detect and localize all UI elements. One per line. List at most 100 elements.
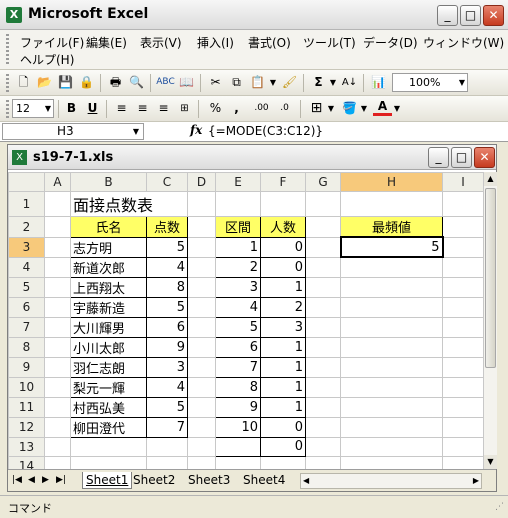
row-header-selected[interactable]: 3 [8, 236, 45, 258]
range-cell[interactable]: 10 [215, 416, 261, 438]
format-painter-icon[interactable]: 🖌 [280, 73, 299, 92]
name-cell[interactable]: 大川輝男 [70, 316, 147, 338]
row-header[interactable]: 7 [8, 316, 45, 338]
vertical-scrollbar[interactable]: ▲ ▼ [483, 172, 497, 469]
score-cell[interactable]: 7 [146, 416, 188, 438]
range-cell[interactable]: 9 [215, 396, 261, 418]
print-preview-icon[interactable]: 🔍 [127, 73, 146, 92]
row-header[interactable]: 10 [8, 376, 45, 398]
menu-insert[interactable]: 挿入(I) [197, 34, 234, 51]
align-left-icon[interactable]: ≡ [112, 99, 131, 118]
align-center-icon[interactable]: ≡ [133, 99, 152, 118]
tab-sheet1[interactable]: Sheet1 [82, 472, 133, 489]
header-count[interactable]: 人数 [260, 216, 306, 238]
count-cell[interactable]: 1 [260, 356, 306, 378]
formula-input[interactable]: {=MODE(C3:C12)} [208, 123, 323, 140]
count-cell[interactable]: 0 [260, 236, 306, 258]
column-header[interactable]: F [260, 172, 306, 192]
count-cell[interactable]: 1 [260, 376, 306, 398]
workbook-restore-button[interactable]: □ [451, 147, 472, 168]
font-color-dropdown-icon[interactable]: ▼ [392, 99, 402, 118]
comma-button[interactable]: , [227, 99, 246, 118]
maximize-button[interactable]: □ [460, 5, 481, 26]
tab-sheet4[interactable]: Sheet4 [243, 472, 285, 489]
menu-view[interactable]: 表示(V) [140, 34, 182, 51]
column-header[interactable]: D [187, 172, 216, 192]
count-cell[interactable]: 1 [260, 396, 306, 418]
column-header[interactable]: I [442, 172, 484, 192]
range-cell[interactable]: 5 [215, 316, 261, 338]
workbook-minimize-button[interactable]: _ [428, 147, 449, 168]
spelling-icon[interactable]: ABC [156, 73, 175, 92]
chart-wizard-icon[interactable]: 📊 [369, 73, 388, 92]
workbook-close-button[interactable]: ✕ [474, 147, 495, 168]
zoom-dropdown[interactable]: 100% ▼ [392, 73, 468, 92]
font-color-icon[interactable]: A [373, 99, 392, 116]
scroll-left-icon[interactable]: ◀ [303, 474, 309, 488]
range-cell[interactable]: 8 [215, 376, 261, 398]
menu-tools[interactable]: ツール(T) [303, 34, 356, 51]
open-icon[interactable]: 📂 [35, 73, 54, 92]
minimize-button[interactable]: _ [437, 5, 458, 26]
bold-button[interactable]: B [62, 99, 81, 118]
sort-ascending-icon[interactable]: A↓ [340, 73, 359, 92]
align-right-icon[interactable]: ≡ [154, 99, 173, 118]
borders-icon[interactable]: ⊞ [307, 99, 326, 118]
header-name[interactable]: 氏名 [70, 216, 147, 238]
scroll-thumb[interactable] [485, 188, 496, 368]
row-header[interactable]: 2 [8, 216, 45, 238]
column-header[interactable]: E [215, 172, 261, 192]
next-sheet-icon[interactable]: ▶ [42, 472, 49, 489]
prev-sheet-icon[interactable]: ◀ [28, 472, 35, 489]
range-cell[interactable] [215, 436, 261, 457]
score-cell[interactable]: 5 [146, 236, 188, 258]
row-header[interactable]: 4 [8, 256, 45, 278]
range-cell[interactable]: 1 [215, 236, 261, 258]
tab-sheet2[interactable]: Sheet2 [133, 472, 175, 489]
row-header[interactable]: 11 [8, 396, 45, 418]
name-cell[interactable]: 上西翔太 [70, 276, 147, 298]
count-cell[interactable]: 0 [260, 436, 306, 457]
score-cell[interactable]: 4 [146, 376, 188, 398]
count-cell[interactable]: 1 [260, 276, 306, 298]
menu-help[interactable]: ヘルプ(H) [20, 51, 74, 68]
name-cell[interactable]: 新道次郎 [70, 256, 147, 278]
column-header-selected[interactable]: H [340, 172, 443, 192]
column-header[interactable]: G [305, 172, 341, 192]
range-cell[interactable]: 3 [215, 276, 261, 298]
permission-icon[interactable]: 🔒 [77, 73, 96, 92]
new-icon[interactable]: 🗋 [14, 73, 33, 92]
row-header[interactable]: 9 [8, 356, 45, 378]
score-cell[interactable]: 5 [146, 396, 188, 418]
close-button[interactable]: ✕ [483, 5, 504, 26]
count-cell[interactable]: 0 [260, 416, 306, 438]
score-cell[interactable]: 4 [146, 256, 188, 278]
fill-color-dropdown-icon[interactable]: ▼ [359, 99, 369, 118]
row-header[interactable]: 13 [8, 436, 45, 457]
row-header[interactable]: 5 [8, 276, 45, 298]
score-cell[interactable]: 8 [146, 276, 188, 298]
name-cell[interactable]: 宇藤新造 [70, 296, 147, 318]
menu-data[interactable]: データ(D) [363, 34, 418, 51]
tab-sheet3[interactable]: Sheet3 [188, 472, 230, 489]
row-header[interactable]: 8 [8, 336, 45, 358]
count-cell[interactable]: 2 [260, 296, 306, 318]
research-icon[interactable]: 📖 [177, 73, 196, 92]
name-box[interactable]: H3 ▼ [2, 123, 144, 140]
first-sheet-icon[interactable]: |◀ [12, 472, 22, 489]
paste-icon[interactable]: 📋 [248, 73, 267, 92]
menu-window[interactable]: ウィンドウ(W) [423, 34, 504, 51]
percent-button[interactable]: % [206, 99, 225, 118]
column-header[interactable]: A [44, 172, 71, 192]
scroll-up-icon[interactable]: ▲ [484, 172, 497, 186]
row-header[interactable]: 1 [8, 191, 45, 217]
name-cell[interactable]: 柳田澄代 [70, 416, 147, 438]
column-header[interactable]: B [70, 172, 147, 192]
menu-format[interactable]: 書式(O) [248, 34, 291, 51]
menu-file[interactable]: ファイル(F) [20, 34, 84, 51]
function-icon[interactable]: fx [190, 123, 202, 137]
range-cell[interactable]: 4 [215, 296, 261, 318]
borders-dropdown-icon[interactable]: ▼ [326, 99, 336, 118]
column-header[interactable]: C [146, 172, 188, 192]
save-icon[interactable]: 💾 [56, 73, 75, 92]
